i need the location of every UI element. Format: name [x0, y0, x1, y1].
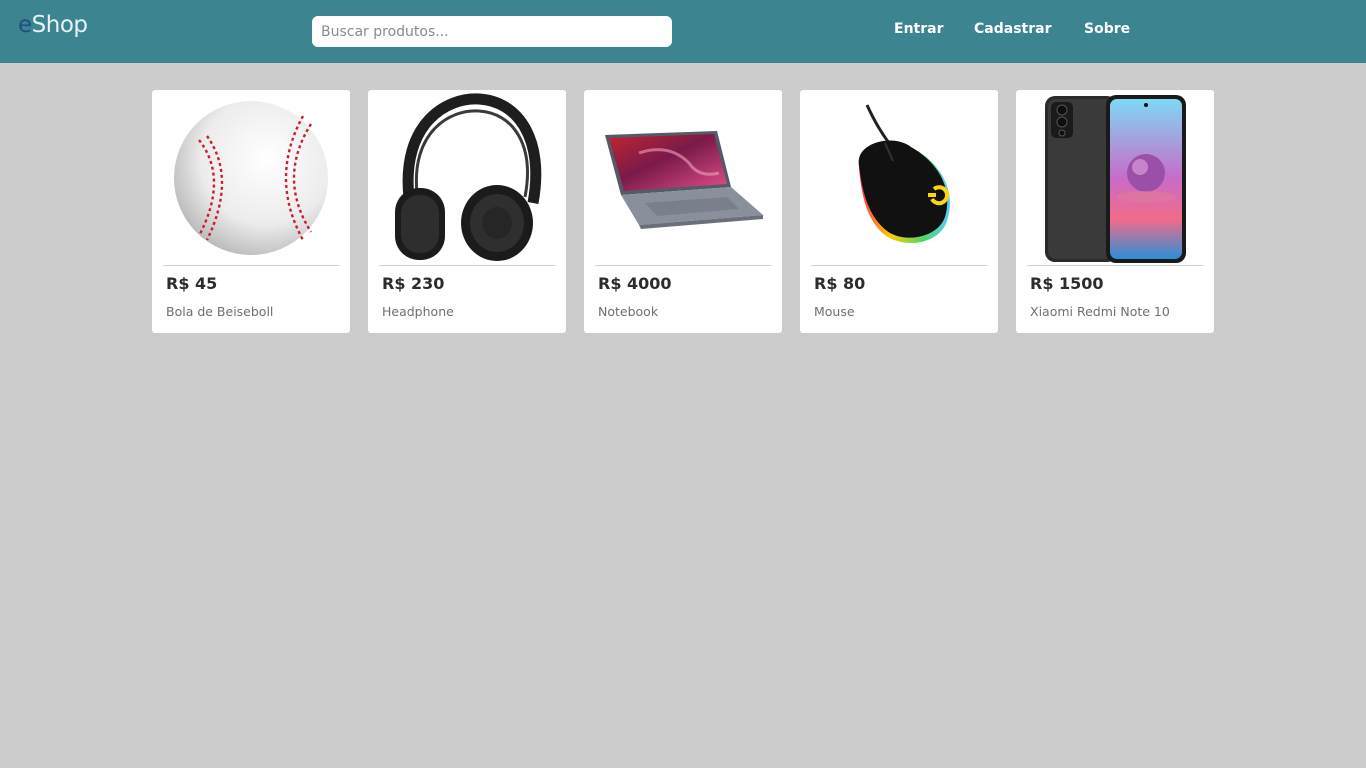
- nav-login-link[interactable]: Entrar: [894, 21, 943, 37]
- card-divider: [811, 265, 987, 266]
- product-name: Headphone: [382, 304, 454, 319]
- product-image: [584, 90, 782, 265]
- product-price: R$ 80: [814, 274, 866, 293]
- card-divider: [1027, 265, 1203, 266]
- headphone-icon: [395, 92, 542, 261]
- baseball-icon: [174, 100, 328, 255]
- top-header: eShop Entrar Cadastrar Sobre: [0, 0, 1366, 63]
- product-image: [1016, 90, 1214, 265]
- product-card[interactable]: R$ 80 Mouse: [800, 90, 998, 333]
- search-input[interactable]: [312, 16, 672, 47]
- card-divider: [163, 265, 339, 266]
- product-image: [152, 90, 350, 265]
- product-price: R$ 230: [382, 274, 445, 293]
- product-image: [368, 90, 566, 265]
- logo-text: Shop: [31, 12, 88, 38]
- product-name: Bola de Beiseboll: [166, 304, 274, 319]
- product-price: R$ 1500: [1030, 274, 1104, 293]
- card-divider: [379, 265, 555, 266]
- mouse-icon: [858, 103, 950, 243]
- laptop-icon: [605, 130, 763, 229]
- eshop-logo[interactable]: eShop: [18, 12, 88, 38]
- card-divider: [595, 265, 771, 266]
- product-card[interactable]: R$ 4000 Notebook: [584, 90, 782, 333]
- product-price: R$ 4000: [598, 274, 672, 293]
- product-name: Mouse: [814, 304, 855, 319]
- product-price: R$ 45: [166, 274, 218, 293]
- logo-letter-e: e: [18, 12, 32, 38]
- smartphone-icon: [1045, 94, 1186, 263]
- nav-register-link[interactable]: Cadastrar: [974, 21, 1051, 37]
- product-card[interactable]: R$ 1500 Xiaomi Redmi Note 10: [1016, 90, 1214, 333]
- product-name: Xiaomi Redmi Note 10: [1030, 304, 1170, 319]
- product-image: [800, 90, 998, 265]
- product-card[interactable]: R$ 230 Headphone: [368, 90, 566, 333]
- product-card[interactable]: R$ 45 Bola de Beiseboll: [152, 90, 350, 333]
- product-name: Notebook: [598, 304, 659, 319]
- nav-about-link[interactable]: Sobre: [1084, 21, 1130, 37]
